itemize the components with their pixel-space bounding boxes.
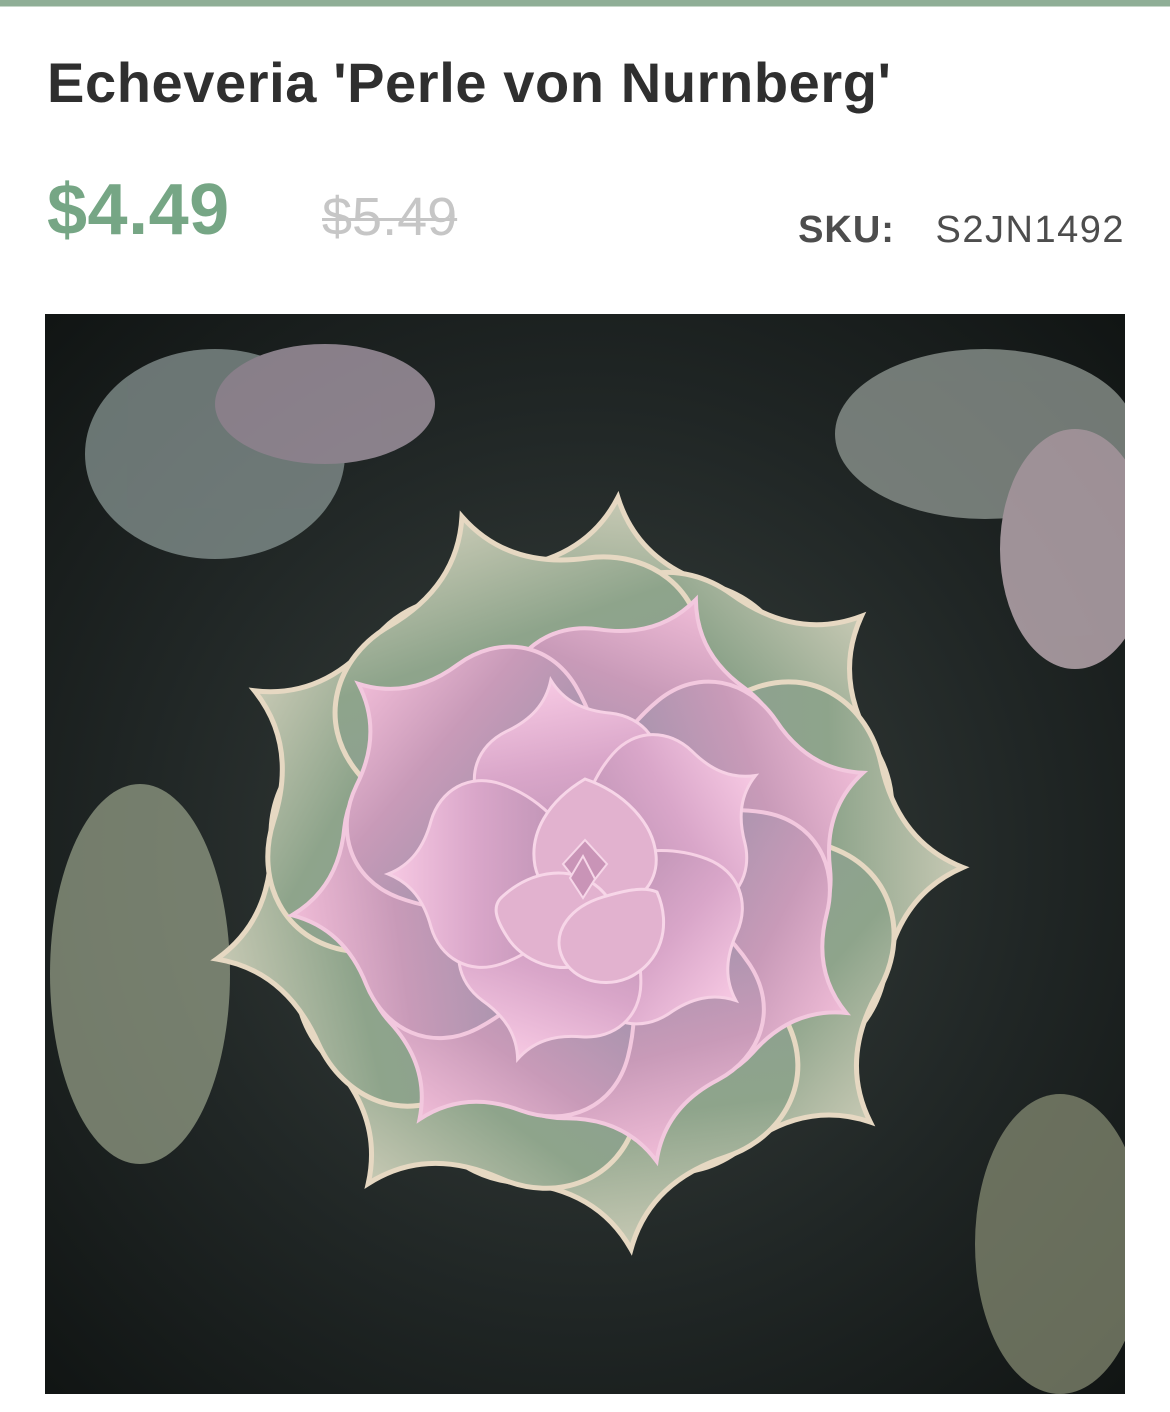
price-row: $4.49 $5.49 SKU: S2JN1492 [47, 163, 1125, 263]
succulent-photo [45, 314, 1125, 1394]
product-image[interactable] [45, 314, 1125, 1394]
header-divider [0, 0, 1170, 6]
product-title: Echeveria 'Perle von Nurnberg' [47, 51, 892, 114]
sku-label: SKU: [798, 209, 895, 251]
original-price: $5.49 [322, 187, 458, 247]
sale-price: $4.49 [47, 170, 230, 250]
sku-info: SKU: S2JN1492 [798, 209, 1125, 252]
sku-value: S2JN1492 [935, 209, 1125, 251]
